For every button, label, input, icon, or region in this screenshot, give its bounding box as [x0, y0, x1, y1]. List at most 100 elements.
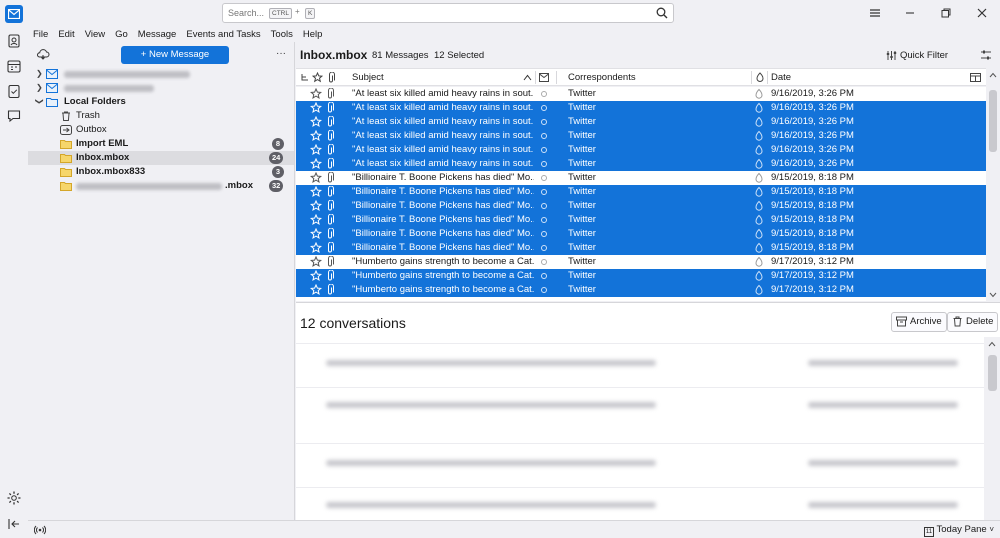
read-status-icon[interactable] [541, 91, 547, 97]
message-list-scrollbar[interactable] [986, 68, 1000, 302]
star-icon[interactable] [309, 171, 323, 184]
read-status-icon[interactable] [541, 287, 547, 293]
star-icon[interactable] [309, 101, 323, 114]
scroll-down-icon[interactable] [989, 292, 997, 298]
address-book-icon[interactable] [6, 33, 22, 49]
scroll-up-icon[interactable] [989, 72, 997, 78]
star-icon[interactable] [309, 227, 323, 240]
message-row[interactable]: "At least six killed amid heavy rains in… [296, 143, 986, 157]
folder-inbox-mbox833[interactable]: Inbox.mbox833 3 [28, 165, 294, 179]
delete-button[interactable]: Delete [947, 312, 999, 332]
junk-status-icon[interactable] [754, 130, 764, 142]
menu-edit[interactable]: Edit [53, 28, 79, 42]
junk-status-icon[interactable] [754, 284, 764, 296]
star-icon[interactable] [309, 115, 323, 128]
junk-status-icon[interactable] [754, 186, 764, 198]
message-row[interactable]: "Billionaire T. Boone Pickens has died" … [296, 199, 986, 213]
message-row[interactable]: "Billionaire T. Boone Pickens has died" … [296, 241, 986, 255]
junk-status-icon[interactable] [754, 88, 764, 100]
read-status-icon[interactable] [541, 203, 547, 209]
read-status-icon[interactable] [541, 259, 547, 265]
read-status-icon[interactable] [541, 217, 547, 223]
folder-outbox[interactable]: Outbox [28, 123, 294, 137]
star-column-icon[interactable] [312, 72, 323, 83]
minimize-icon[interactable] [903, 6, 917, 20]
archive-button[interactable]: Archive [891, 312, 947, 332]
junk-status-icon[interactable] [754, 158, 764, 170]
star-icon[interactable] [309, 199, 323, 212]
message-row[interactable]: "Billionaire T. Boone Pickens has died" … [296, 185, 986, 199]
junk-status-column-icon[interactable] [755, 72, 765, 83]
get-messages-icon[interactable] [36, 48, 50, 60]
folder-import-eml[interactable]: Import EML 8 [28, 137, 294, 151]
menu-message[interactable]: Message [133, 28, 182, 42]
column-picker-icon[interactable] [970, 72, 981, 83]
restore-icon[interactable] [939, 6, 953, 20]
star-icon[interactable] [309, 157, 323, 170]
quick-filter-button[interactable]: Quick Filter [900, 50, 948, 61]
message-row[interactable]: "Humberto gains strength to become a Cat… [296, 269, 986, 283]
message-row[interactable]: "At least six killed amid heavy rains in… [296, 101, 986, 115]
subject-column[interactable]: Subject [352, 72, 384, 83]
search-icon[interactable] [656, 7, 668, 19]
scroll-up-icon[interactable] [988, 341, 996, 347]
read-status-icon[interactable] [541, 231, 547, 237]
message-row[interactable]: "Billionaire T. Boone Pickens has died" … [296, 213, 986, 227]
message-row[interactable]: "At least six killed amid heavy rains in… [296, 129, 986, 143]
star-icon[interactable] [309, 283, 323, 296]
message-row[interactable]: "Humberto gains strength to become a Cat… [296, 255, 986, 269]
read-status-icon[interactable] [541, 245, 547, 251]
junk-status-icon[interactable] [754, 228, 764, 240]
message-row[interactable]: "At least six killed amid heavy rains in… [296, 87, 986, 101]
read-status-icon[interactable] [541, 273, 547, 279]
folder-inbox-mbox[interactable]: Inbox.mbox 24 [28, 151, 294, 165]
thread-column-icon[interactable] [300, 73, 310, 83]
message-row[interactable]: "Humberto gains strength to become a Cat… [296, 283, 986, 297]
menu-tools[interactable]: Tools [266, 28, 298, 42]
junk-status-icon[interactable] [754, 270, 764, 282]
star-icon[interactable] [309, 143, 323, 156]
menu-events-and-tasks[interactable]: Events and Tasks [181, 28, 265, 42]
message-row[interactable]: "At least six killed amid heavy rains in… [296, 157, 986, 171]
menu-go[interactable]: Go [110, 28, 133, 42]
read-status-column-icon[interactable] [539, 73, 549, 82]
scroll-thumb[interactable] [989, 90, 997, 152]
date-column[interactable]: Date [771, 72, 791, 83]
read-status-icon[interactable] [541, 161, 547, 167]
read-status-icon[interactable] [541, 133, 547, 139]
read-status-icon[interactable] [541, 147, 547, 153]
more-options-icon[interactable]: ··· [276, 48, 286, 59]
star-icon[interactable] [309, 255, 323, 268]
online-status-icon[interactable] [34, 524, 46, 536]
read-status-icon[interactable] [541, 175, 547, 181]
junk-status-icon[interactable] [754, 172, 764, 184]
local-folders-row[interactable]: ❯ Local Folders [28, 95, 294, 109]
star-icon[interactable] [309, 241, 323, 254]
junk-status-icon[interactable] [754, 214, 764, 226]
chevron-right-icon[interactable]: ❯ [36, 69, 44, 79]
star-icon[interactable] [309, 213, 323, 226]
star-icon[interactable] [309, 185, 323, 198]
new-message-button[interactable]: + New Message [121, 46, 229, 64]
junk-status-icon[interactable] [754, 200, 764, 212]
sort-ascending-icon[interactable] [523, 74, 532, 81]
account-row-1[interactable]: ❯ [28, 67, 294, 81]
collapse-spaces-icon[interactable] [6, 516, 22, 532]
chevron-right-icon[interactable]: ❯ [36, 83, 44, 93]
star-icon[interactable] [309, 87, 323, 100]
read-status-icon[interactable] [541, 189, 547, 195]
junk-status-icon[interactable] [754, 116, 764, 128]
message-row[interactable]: "Billionaire T. Boone Pickens has died" … [296, 171, 986, 185]
quick-filter-icon[interactable] [886, 50, 897, 61]
junk-status-icon[interactable] [754, 256, 764, 268]
summary-scrollbar[interactable] [984, 337, 1000, 521]
scroll-thumb[interactable] [988, 355, 997, 391]
junk-status-icon[interactable] [754, 102, 764, 114]
folder-redacted-mbox[interactable]: .mbox 32 [28, 179, 294, 193]
folder-trash[interactable]: Trash [28, 109, 294, 123]
junk-status-icon[interactable] [754, 242, 764, 254]
settings-gear-icon[interactable] [6, 490, 22, 506]
attachment-column-icon[interactable] [327, 72, 335, 84]
star-icon[interactable] [309, 269, 323, 282]
conversation-summary-row[interactable] [296, 387, 984, 431]
